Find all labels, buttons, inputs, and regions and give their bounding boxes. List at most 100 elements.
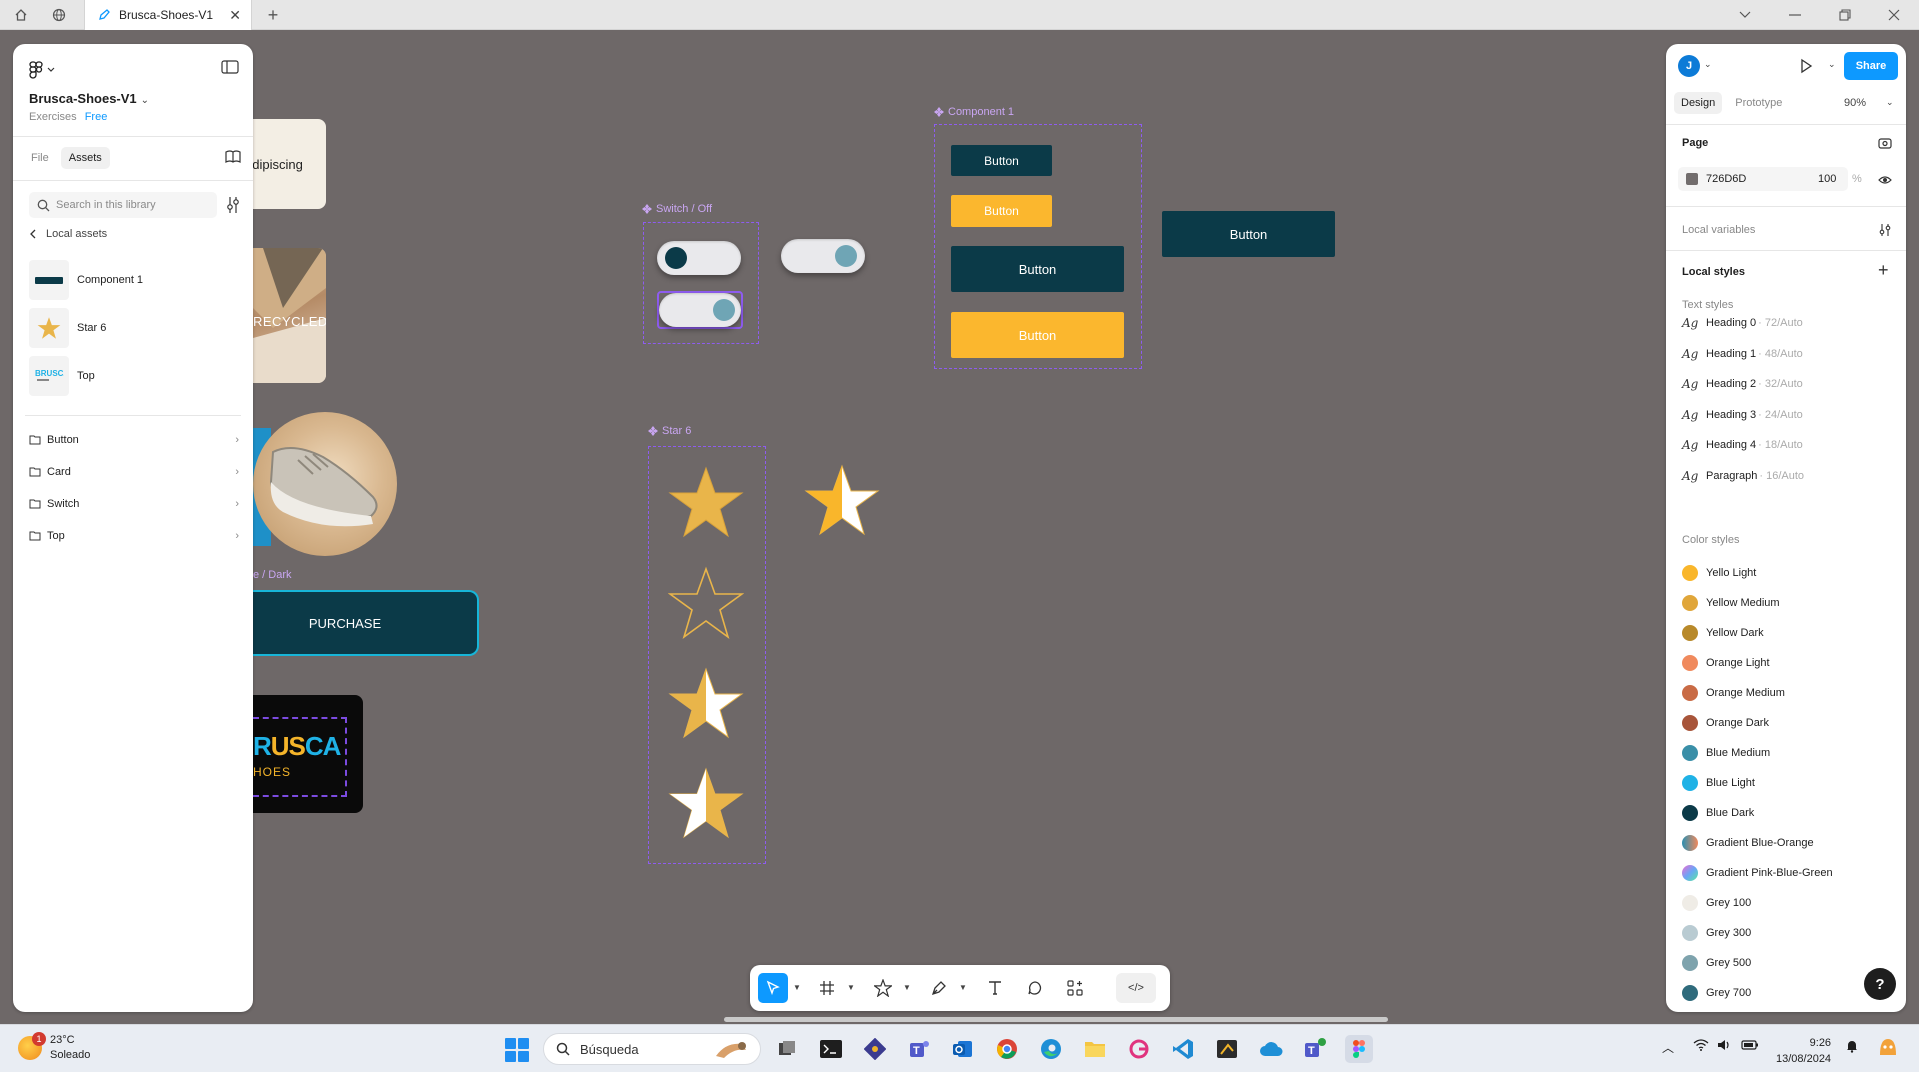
folder-top[interactable]: Top › [29,526,239,546]
user-avatar[interactable]: J [1678,55,1700,77]
page-opacity-value[interactable]: 100 [1818,173,1836,185]
color-style-item[interactable]: Grey 300 [1682,925,1751,941]
switch-frame-label[interactable]: Switch / Off [642,203,712,215]
color-style-item[interactable]: Orange Dark [1682,715,1769,731]
color-style-item[interactable]: Orange Medium [1682,685,1785,701]
edge-app-icon[interactable] [1037,1035,1065,1063]
chevron-down-icon[interactable]: ▼ [793,983,801,992]
card-recycled-preview[interactable]: RECYCLED [253,248,326,383]
globe-icon[interactable] [40,0,78,30]
task-view-icon[interactable] [773,1035,801,1063]
library-book-icon[interactable] [225,150,241,164]
text-style-item[interactable]: Ag Heading 1 · 48/Auto [1682,347,1803,361]
teams-work-app-icon[interactable]: T [1301,1035,1329,1063]
color-style-item[interactable]: Gradient Blue-Orange [1682,835,1814,851]
horizontal-scrollbar[interactable] [724,1017,1388,1022]
shape-tool[interactable] [868,973,898,1003]
snipping-tool-icon[interactable] [1213,1035,1241,1063]
close-window-icon[interactable] [1869,0,1919,30]
wifi-icon[interactable] [1693,1039,1709,1054]
purchase-button[interactable]: PURCHASE [253,590,479,656]
color-style-item[interactable]: Blue Medium [1682,745,1770,761]
asset-top[interactable]: BRUSCA Top [29,356,239,396]
restore-icon[interactable] [1820,0,1870,30]
onedrive-app-icon[interactable] [1257,1035,1285,1063]
actions-tool[interactable] [1060,973,1090,1003]
chevron-down-icon[interactable]: ▼ [847,983,855,992]
chevron-down-icon[interactable]: ▼ [959,983,967,992]
button-small-dark[interactable]: Button [951,145,1052,176]
file-name[interactable]: Brusca-Shoes-V1 ⌄ [29,91,149,106]
copilot-icon[interactable] [1876,1035,1900,1062]
button-large-dark[interactable]: Button [951,246,1124,292]
button-large-yellow[interactable]: Button [951,312,1124,358]
home-icon[interactable] [2,0,40,30]
dev-mode-toggle[interactable]: </> [1116,973,1156,1003]
star-half-yellow[interactable] [668,765,744,841]
back-to-local-assets[interactable]: Local assets [29,228,107,240]
text-tool[interactable] [980,973,1010,1003]
main-menu-button[interactable] [29,58,69,82]
button-small-yellow[interactable]: Button [951,195,1052,227]
outlook-app-icon[interactable] [949,1035,977,1063]
logo-component[interactable]: RUSCA HOES [253,695,363,813]
tab-prototype[interactable]: Prototype [1728,92,1789,114]
terminal-app-icon[interactable] [817,1035,845,1063]
color-style-item[interactable]: Grey 100 [1682,895,1751,911]
color-style-item[interactable]: Yello Light [1682,565,1756,581]
chrome-app-icon[interactable] [993,1035,1021,1063]
button-instance[interactable]: Button [1162,211,1335,257]
color-style-item[interactable]: Grey 500 [1682,955,1751,971]
color-style-item[interactable]: Yellow Medium [1682,595,1780,611]
asset-component-1[interactable]: Component 1 [29,260,239,300]
color-style-item[interactable]: Blue Light [1682,775,1755,791]
color-style-item[interactable]: Grey 700 [1682,985,1751,1001]
color-style-item[interactable]: Orange Light [1682,655,1770,671]
taskbar-search[interactable]: Búsqueda [543,1033,761,1065]
project-name[interactable]: Exercises [29,111,77,123]
switch-off[interactable] [657,241,741,275]
page-color-swatch[interactable] [1686,173,1698,185]
export-settings-icon[interactable] [1878,136,1892,150]
star-half-white[interactable] [668,665,744,741]
asset-star-6[interactable]: Star 6 [29,308,239,348]
color-style-item[interactable]: Gradient Pink-Blue-Green [1682,865,1833,881]
switch-on[interactable] [659,293,741,327]
asset-search-box[interactable] [29,192,217,218]
variables-settings-icon[interactable] [1878,223,1892,237]
close-tab-icon[interactable]: ✕ [229,7,241,24]
page-color-hex[interactable]: 726D6D [1706,173,1746,185]
plan-badge[interactable]: Free [85,111,108,123]
file-explorer-icon[interactable] [1081,1035,1109,1063]
chevron-down-icon[interactable] [1720,0,1770,30]
frame-tool[interactable] [812,973,842,1003]
folder-button[interactable]: Button › [29,430,239,450]
help-button[interactable]: ? [1864,968,1896,1000]
chevron-down-icon[interactable]: ⌄ [1704,59,1712,70]
component-frame-label[interactable]: Component 1 [934,106,1014,118]
text-style-item[interactable]: Ag Heading 3 · 24/Auto [1682,408,1803,422]
color-style-item[interactable]: Blue Dark [1682,805,1754,821]
switch-preview[interactable] [781,239,865,273]
text-style-item[interactable]: Ag Paragraph · 16/Auto [1682,469,1804,483]
text-style-item[interactable]: Ag Heading 0 · 72/Auto [1682,316,1803,330]
teams-app-icon[interactable]: T [905,1035,933,1063]
shoe-image[interactable] [253,412,397,556]
star-frame-label[interactable]: Star 6 [648,425,691,437]
local-variables-label[interactable]: Local variables [1682,224,1755,236]
new-tab-button[interactable]: + [254,0,292,30]
notifications-bell-icon[interactable] [1845,1039,1859,1056]
pen-tool[interactable] [924,973,954,1003]
card-text-preview[interactable]: adipiscing [253,119,326,209]
filter-settings-icon[interactable] [225,196,241,214]
search-input[interactable] [56,199,206,211]
tab-design[interactable]: Design [1674,92,1723,114]
zoom-level[interactable]: 90% [1844,97,1866,109]
minimize-icon[interactable] [1770,0,1820,30]
comment-tool[interactable] [1020,973,1050,1003]
figma-app-icon[interactable] [1345,1035,1373,1063]
tab-brusca-shoes[interactable]: Brusca-Shoes-V1 ✕ [84,0,252,30]
text-style-item[interactable]: Ag Heading 4 · 18/Auto [1682,438,1803,452]
chevron-down-icon[interactable]: ⌄ [1828,59,1836,70]
battery-icon[interactable] [1741,1039,1759,1054]
